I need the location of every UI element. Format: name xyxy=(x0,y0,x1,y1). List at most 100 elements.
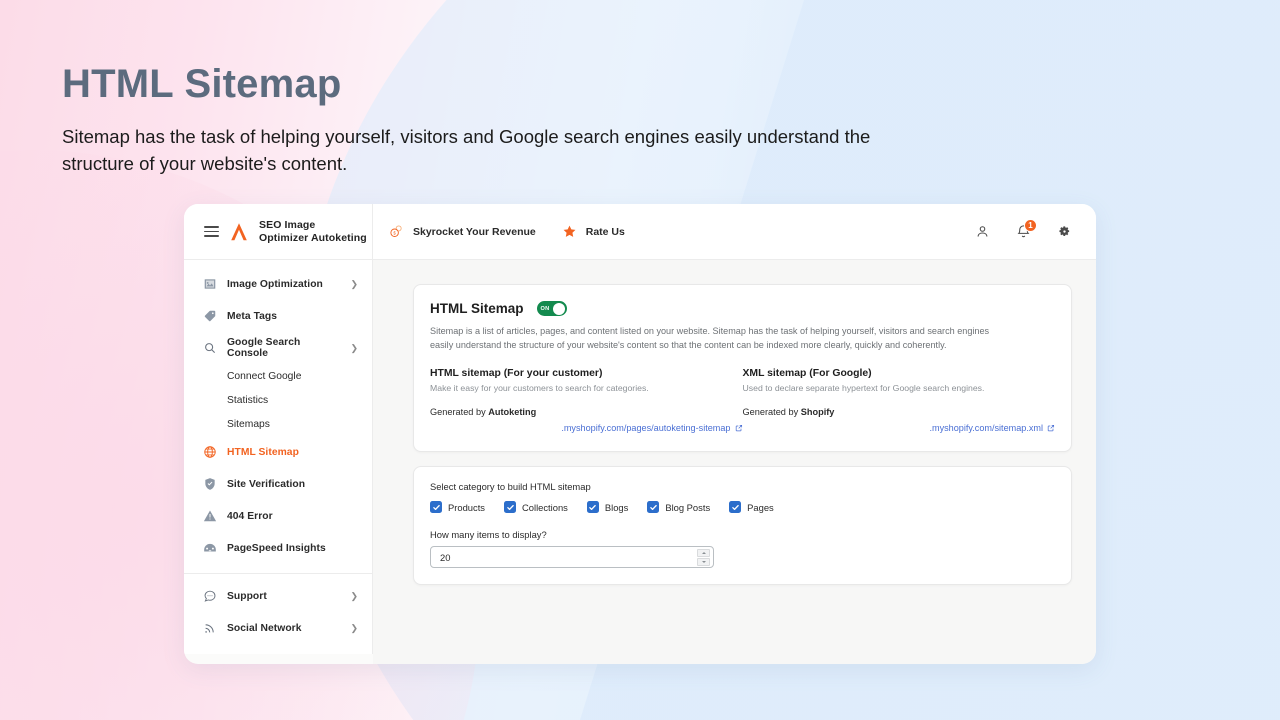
checkbox-box[interactable] xyxy=(430,501,442,513)
svg-text:$: $ xyxy=(393,231,396,236)
warning-icon xyxy=(202,509,217,524)
card-spacer xyxy=(413,452,1072,466)
items-count-label: How many items to display? xyxy=(430,529,547,540)
generated-prefix: Generated by xyxy=(430,407,489,417)
rate-us-link[interactable]: Rate Us xyxy=(562,224,625,239)
topbar-links: $ Skyrocket Your Revenue Rate Us xyxy=(373,224,975,239)
xml-sitemap-column: XML sitemap (For Google) Used to declare… xyxy=(743,368,1056,433)
checkbox-blog-posts[interactable]: Blog Posts xyxy=(647,501,710,513)
check-icon xyxy=(731,504,739,510)
chevron-right-icon: ❯ xyxy=(350,590,358,601)
topbar-brand-area: SEO Image Optimizer Autoketing xyxy=(184,204,373,259)
category-checkbox-row: Products Collections Blogs Blog Posts Pa… xyxy=(430,501,1055,513)
check-icon xyxy=(650,504,657,510)
check-icon xyxy=(506,504,514,510)
autoketing-logo-icon xyxy=(231,222,247,240)
chevron-right-icon: ❯ xyxy=(350,278,358,289)
topbar-actions: 1 xyxy=(975,219,1096,239)
chevron-down-icon: ❯ xyxy=(350,342,358,353)
sidebar-label: 404 Error xyxy=(227,510,273,522)
html-sitemap-column: HTML sitemap (For your customer) Make it… xyxy=(430,368,743,433)
card-header: HTML Sitemap ON xyxy=(430,301,1055,316)
notification-badge: 1 xyxy=(1024,219,1037,232)
sidebar-label: Meta Tags xyxy=(227,310,278,322)
sidebar-item-social-network[interactable]: Social Network ❯ xyxy=(184,612,372,644)
sidebar-divider xyxy=(184,573,372,574)
checkbox-pages[interactable]: Pages xyxy=(729,501,774,513)
generated-prefix: Generated by xyxy=(742,407,801,417)
tag-icon xyxy=(202,309,217,324)
card-description: Sitemap is a list of articles, pages, an… xyxy=(430,326,990,350)
card-title: HTML Sitemap xyxy=(430,301,524,316)
xml-sitemap-url-link[interactable]: .myshopify.com/sitemap.xml xyxy=(743,423,1056,433)
sidebar-label: HTML Sitemap xyxy=(227,446,299,458)
sidebar-label: Sitemaps xyxy=(227,418,270,430)
checkbox-box[interactable] xyxy=(586,501,599,513)
toggle-state-label: ON xyxy=(540,305,550,312)
page-subtitle: Sitemap has the task of helping yourself… xyxy=(62,126,871,174)
stepper-decrement-button[interactable] xyxy=(697,558,710,566)
sidebar-label: Statistics xyxy=(227,394,269,406)
checkbox-blogs[interactable]: Blogs xyxy=(586,501,629,513)
sidebar-item-google-search-console[interactable]: Google Search Console ❯ xyxy=(184,332,372,364)
account-button[interactable] xyxy=(975,224,990,239)
url-text: .myshopify.com/pages/autoketing-sitemap xyxy=(561,423,731,433)
shield-icon xyxy=(202,477,217,492)
html-sitemap-toggle[interactable]: ON xyxy=(536,301,567,316)
checkbox-label: Blogs xyxy=(604,501,629,513)
sidebar-item-support[interactable]: Support ❯ xyxy=(184,580,372,612)
generated-by-line: Generated by Autoketing xyxy=(430,407,743,417)
sidebar-label: Social Network xyxy=(227,622,302,634)
quantity-stepper[interactable] xyxy=(697,549,710,566)
generated-by-line: Generated by Shopify xyxy=(743,407,1056,417)
settings-button[interactable] xyxy=(1057,224,1072,239)
chevron-right-icon: ❯ xyxy=(350,622,358,633)
sidebar-label: Google Search Console xyxy=(227,337,301,359)
sidebar-label: PageSpeed Insights xyxy=(227,542,326,554)
checkbox-box[interactable] xyxy=(504,501,516,513)
checkbox-products[interactable]: Products xyxy=(430,501,485,513)
speedometer-icon xyxy=(202,541,217,556)
toggle-knob xyxy=(553,302,566,315)
sidebar-item-meta-tags[interactable]: Meta Tags xyxy=(184,300,372,332)
coins-icon: $ xyxy=(390,225,402,237)
image-icon xyxy=(202,277,217,292)
sidebar-item-pagespeed-insights[interactable]: PageSpeed Insights xyxy=(184,532,372,564)
app-body: Image Optimization ❯ Meta Tags Google Se xyxy=(184,260,1096,664)
column-subtext: Used to declare separate hypertext for G… xyxy=(742,383,985,393)
sidebar-item-html-sitemap[interactable]: HTML Sitemap xyxy=(184,436,372,468)
sidebar-item-statistics[interactable]: Statistics xyxy=(184,388,372,412)
category-settings-card: Select category to build HTML sitemap Pr… xyxy=(413,466,1072,585)
sidebar-item-site-verification[interactable]: Site Verification xyxy=(184,468,372,500)
main-content: HTML Sitemap ON Sitemap is a list of art… xyxy=(373,260,1096,664)
external-link-icon xyxy=(1047,424,1055,432)
check-icon xyxy=(432,504,440,510)
page-title: HTML Sitemap xyxy=(62,62,342,106)
skyrocket-revenue-link[interactable]: $ Skyrocket Your Revenue xyxy=(389,224,536,239)
checkbox-box[interactable] xyxy=(647,501,660,513)
checkbox-box[interactable] xyxy=(729,501,742,513)
checkbox-collections[interactable]: Collections xyxy=(504,501,568,513)
sidebar-label: Support xyxy=(227,590,267,602)
sidebar-label: Site Verification xyxy=(227,478,306,490)
check-icon xyxy=(589,504,597,510)
user-icon xyxy=(977,226,988,237)
skyrocket-revenue-label: Skyrocket Your Revenue xyxy=(413,225,536,238)
sidebar-item-connect-google[interactable]: Connect Google xyxy=(184,364,372,388)
checkbox-label: Products xyxy=(448,501,485,513)
html-sitemap-card: HTML Sitemap ON Sitemap is a list of art… xyxy=(413,284,1072,452)
sidebar-label: Connect Google xyxy=(227,370,302,382)
notifications-button[interactable]: 1 xyxy=(1016,219,1037,239)
sidebar-item-sitemaps[interactable]: Sitemaps xyxy=(184,412,372,436)
url-text: .myshopify.com/sitemap.xml xyxy=(929,423,1043,433)
stepper-increment-button[interactable] xyxy=(697,549,710,557)
hamburger-icon[interactable] xyxy=(204,226,219,237)
sidebar-item-404-error[interactable]: 404 Error xyxy=(184,500,372,532)
gear-icon xyxy=(1059,226,1070,236)
generated-by-name: Shopify xyxy=(800,407,835,417)
app-topbar: SEO Image Optimizer Autoketing $ Skyrock… xyxy=(184,204,1096,260)
html-sitemap-url-link[interactable]: .myshopify.com/pages/autoketing-sitemap xyxy=(430,423,743,433)
column-subtext: Make it easy for your customers to searc… xyxy=(430,383,649,393)
sidebar-item-image-optimization[interactable]: Image Optimization ❯ xyxy=(184,268,372,300)
items-count-field[interactable]: 20 xyxy=(430,546,714,568)
